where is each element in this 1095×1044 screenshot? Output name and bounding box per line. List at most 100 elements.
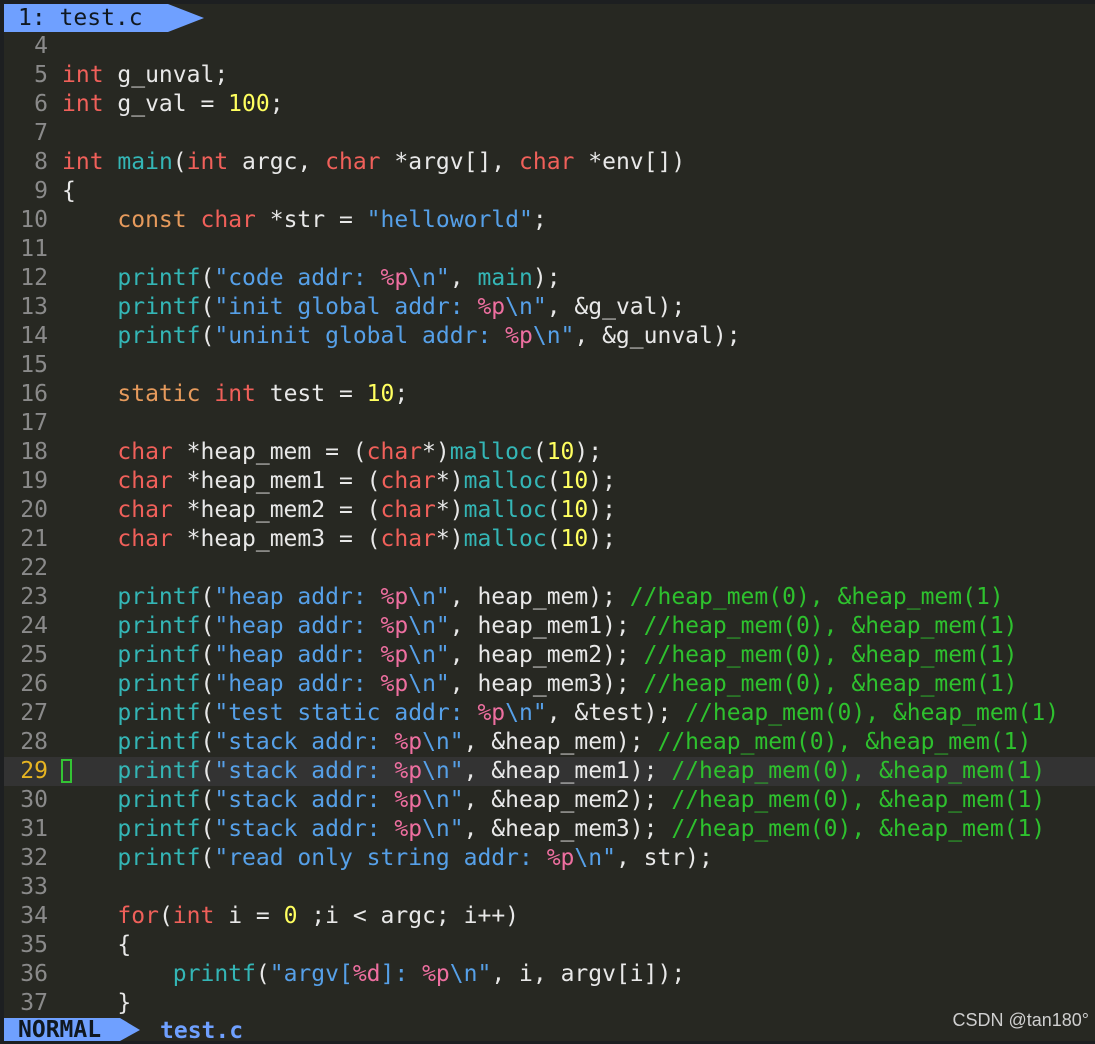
code-line[interactable]: 20 char *heap_mem2 = (char*)malloc(10);	[4, 496, 1095, 525]
code-line[interactable]: 10 const char *str = "helloworld";	[4, 206, 1095, 235]
code-token: 100	[228, 91, 270, 117]
code-line[interactable]: 5 int g_unval;	[4, 61, 1095, 90]
code-token: (	[546, 468, 561, 494]
code-token: char	[380, 526, 436, 552]
code-token: (	[546, 526, 561, 552]
code-line[interactable]: 14 printf("uninit global addr: %p\n", &g…	[4, 322, 1095, 351]
code-line[interactable]: 36 printf("argv[%d]: %p\n", i, argv[i]);	[4, 960, 1095, 989]
code-line[interactable]: 31 printf("stack addr: %p\n", &heap_mem3…	[4, 815, 1095, 844]
code-line[interactable]: 24 printf("heap addr: %p\n", heap_mem1);…	[4, 612, 1095, 641]
line-number: 11	[20, 236, 48, 262]
code-token: *env[])	[574, 149, 686, 175]
code-line[interactable]: 30 printf("stack addr: %p\n", &heap_mem2…	[4, 786, 1095, 815]
line-number: 23	[20, 584, 48, 610]
code-line[interactable]: 8 int main(int argc, char *argv[], char *…	[4, 148, 1095, 177]
code-line[interactable]: 27 printf("test static addr: %p\n", &tes…	[4, 699, 1095, 728]
code-text: printf("uninit global addr: %p\n", &g_un…	[62, 322, 740, 351]
code-token: \n"	[408, 613, 450, 639]
code-token: (	[200, 323, 215, 349]
code-line[interactable]: 33	[4, 873, 1095, 902]
code-token: (	[200, 642, 215, 668]
code-token: %p	[380, 265, 409, 291]
code-line[interactable]: 21 char *heap_mem3 = (char*)malloc(10);	[4, 525, 1095, 554]
code-line[interactable]: 15	[4, 351, 1095, 380]
code-token: );	[588, 526, 616, 552]
code-line[interactable]: 26 printf("heap addr: %p\n", heap_mem3);…	[4, 670, 1095, 699]
code-area[interactable]: 4 5 int g_unval; 6 int g_val = 100; 7 8 int mai…	[4, 32, 1095, 1018]
code-line[interactable]: 7	[4, 119, 1095, 148]
code-token: (	[158, 903, 173, 929]
code-token: \n"	[422, 758, 464, 784]
code-token: "stack addr:	[214, 758, 395, 784]
code-token: }	[62, 990, 132, 1016]
code-line[interactable]: 11	[4, 235, 1095, 264]
code-text: char *heap_mem = (char*)malloc(10);	[62, 438, 602, 467]
line-number: 5	[34, 62, 48, 88]
code-text: printf("argv[%d]: %p\n", i, argv[i]);	[62, 960, 685, 989]
code-line[interactable]: 28 printf("stack addr: %p\n", &heap_mem)…	[4, 728, 1095, 757]
code-token: //heap_mem(0), &heap_mem(1)	[657, 729, 1032, 755]
code-line[interactable]: 25 printf("heap addr: %p\n", heap_mem2);…	[4, 641, 1095, 670]
code-token: (	[200, 584, 215, 610]
code-line[interactable]: 29 printf("stack addr: %p\n", &heap_mem1…	[4, 757, 1095, 786]
code-line[interactable]: 18 char *heap_mem = (char*)malloc(10);	[4, 438, 1095, 467]
code-token: printf	[117, 642, 201, 668]
code-token: %p	[380, 642, 409, 668]
line-number: 17	[20, 410, 48, 436]
code-line[interactable]: 19 char *heap_mem1 = (char*)malloc(10);	[4, 467, 1095, 496]
code-token: test =	[255, 381, 367, 407]
code-token: , &heap_mem2);	[463, 787, 672, 813]
code-line[interactable]: 4	[4, 32, 1095, 61]
code-token: 0	[283, 903, 298, 929]
code-line[interactable]: 6 int g_val = 100;	[4, 90, 1095, 119]
line-number: 22	[20, 555, 48, 581]
code-token: (	[200, 613, 215, 639]
line-number: 27	[20, 700, 48, 726]
code-line[interactable]: 35 {	[4, 931, 1095, 960]
code-token: *str =	[255, 207, 367, 233]
code-token: i =	[214, 903, 284, 929]
code-line[interactable]: 32 printf("read only string addr: %p\n",…	[4, 844, 1095, 873]
mode-separator-icon	[120, 1018, 140, 1041]
code-line[interactable]: 34 for(int i = 0 ;i < argc; i++)	[4, 902, 1095, 931]
code-token: , heap_mem2);	[449, 642, 644, 668]
line-number: 8	[34, 149, 48, 175]
tab-test-c[interactable]: 1: test.c	[4, 4, 168, 32]
code-line[interactable]: 17	[4, 409, 1095, 438]
code-token: (	[532, 439, 547, 465]
code-token: *)	[435, 468, 464, 494]
code-line[interactable]: 13 printf("init global addr: %p\n", &g_v…	[4, 293, 1095, 322]
code-token: "test static addr:	[214, 700, 478, 726]
code-line[interactable]: 37 }	[4, 989, 1095, 1018]
code-line[interactable]: 9{	[4, 177, 1095, 206]
code-line[interactable]: 16 static int test = 10;	[4, 380, 1095, 409]
code-token: 10	[560, 497, 589, 523]
code-token: printf	[117, 265, 201, 291]
code-text: int main(int argc, char *argv[], char *e…	[62, 148, 685, 177]
code-token: \n"	[408, 265, 450, 291]
code-token: //heap_mem(0), &heap_mem(1)	[643, 613, 1018, 639]
code-token: "heap addr:	[214, 671, 381, 697]
code-line[interactable]: 22	[4, 554, 1095, 583]
code-token: char	[117, 526, 173, 552]
code-line[interactable]: 12 printf("code addr: %p\n", main);	[4, 264, 1095, 293]
code-token: %d	[352, 961, 381, 987]
code-line[interactable]: 23 printf("heap addr: %p\n", heap_mem); …	[4, 583, 1095, 612]
code-token: (	[172, 149, 187, 175]
code-token: %p	[394, 816, 423, 842]
code-token: 10	[560, 526, 589, 552]
watermark: CSDN @tan180°	[952, 1010, 1089, 1030]
code-token: int	[214, 381, 256, 407]
code-token: {	[62, 178, 76, 204]
code-text: }	[62, 989, 131, 1018]
line-number: 14	[20, 323, 48, 349]
code-token: static	[117, 381, 201, 407]
